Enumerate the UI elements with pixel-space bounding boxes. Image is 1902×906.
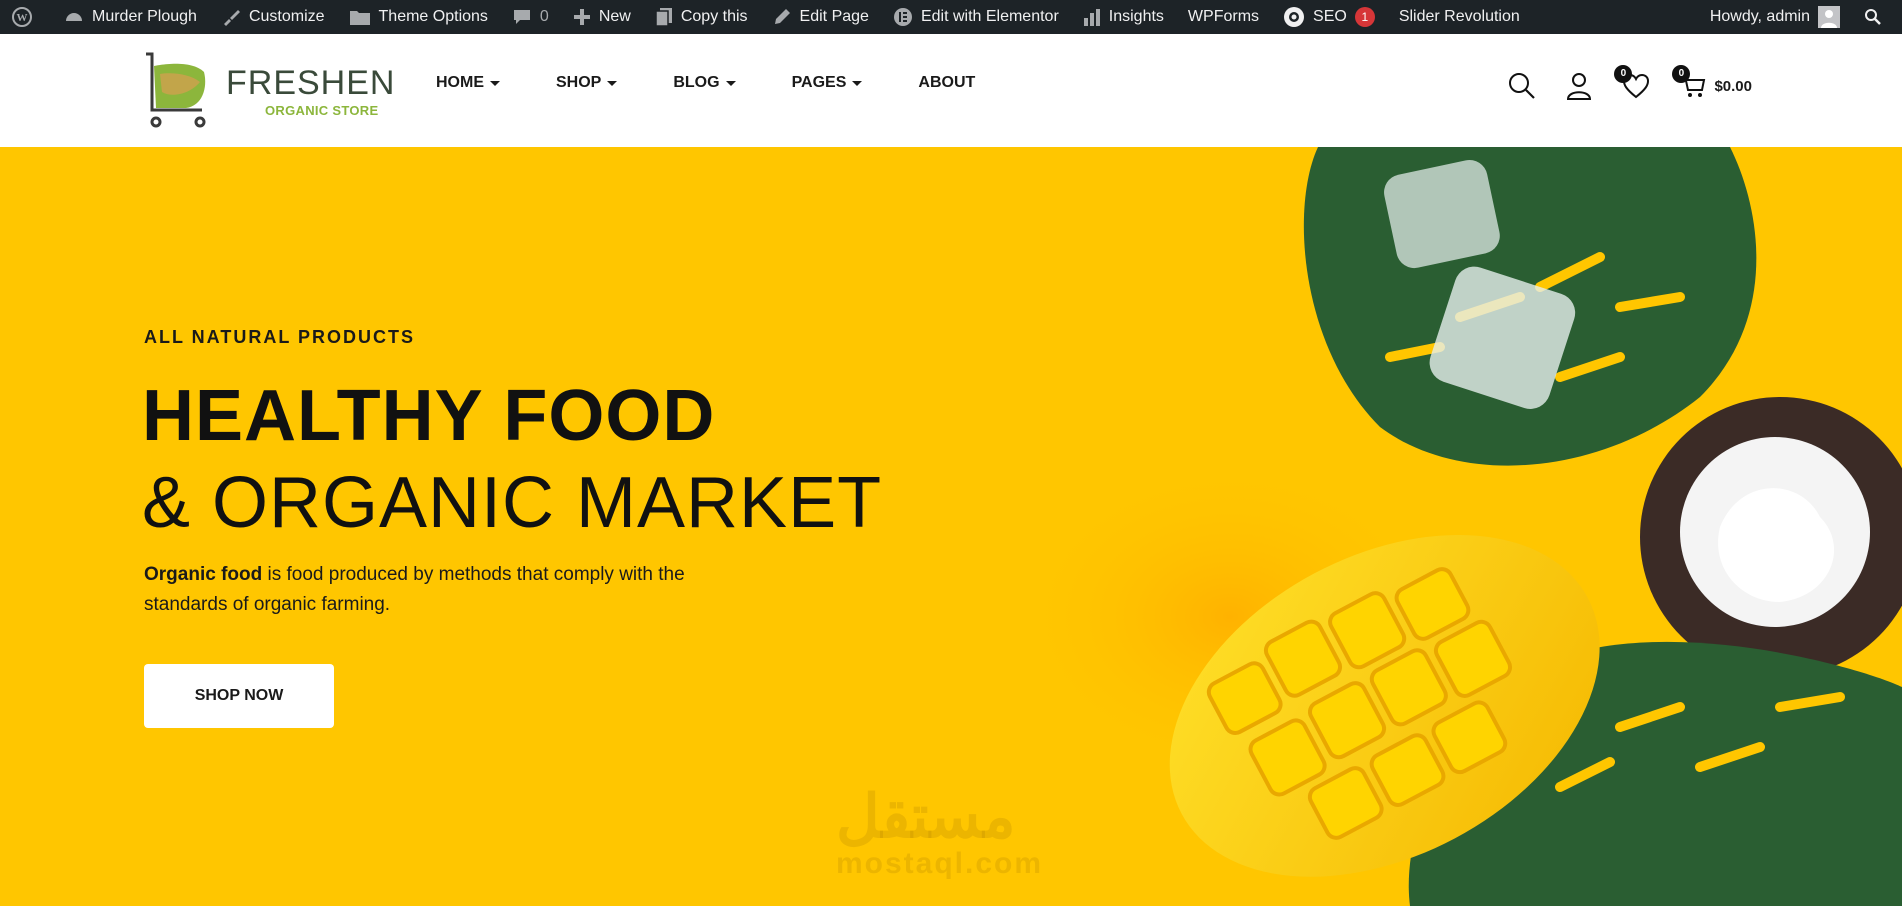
shop-now-button[interactable]: SHOP NOW [144,664,334,728]
nav-item-label: PAGES [791,74,847,91]
copy-this-link[interactable]: Copy this [643,0,760,34]
cart-total: $0.00 [1714,77,1752,95]
elementor-icon [893,8,912,26]
caret-down-icon [607,80,618,86]
new-content-link[interactable]: New [561,0,643,34]
dashboard-icon [66,13,82,21]
search-button[interactable] [1508,72,1536,100]
seo-gear-icon [1284,7,1305,27]
wishlist-button[interactable]: 0 [1614,65,1650,99]
caret-down-icon [490,80,500,86]
admin-search-button[interactable] [1852,0,1902,34]
comments-link[interactable]: 0 [500,0,561,34]
pencil-icon [774,9,790,24]
site-header: FRESHEN ORGANIC STORE HOME SHOP BLOG PAG… [0,34,1902,147]
wpforms-label: WPForms [1187,8,1260,25]
hero-slider: ALL NATURAL PRODUCTS HEALTHY FOOD & ORGA… [0,147,1902,906]
hero-title-line1: HEALTHY FOOD [142,376,716,456]
hero-eyebrow: ALL NATURAL PRODUCTS [144,327,415,347]
nav-item-home[interactable]: HOME [436,74,500,92]
search-icon [1509,73,1536,99]
nav-item-pages[interactable]: PAGES [792,74,863,92]
brand-tagline: ORGANIC STORE [265,103,379,118]
customize-link[interactable]: Customize [209,0,337,34]
watermark-latin: mostaql.com [836,847,1044,880]
howdy-label: Howdy, admin [1709,8,1810,25]
nav-item-blog[interactable]: BLOG [673,74,736,92]
hero-title-line2: & ORGANIC MARKET [142,463,883,543]
theme-options-link[interactable]: Theme Options [337,0,500,34]
new-label: New [598,8,631,25]
theme-options-label: Theme Options [378,8,488,25]
site-name-link[interactable]: Murder Plough [52,0,209,34]
nav-item-shop[interactable]: SHOP [556,74,618,92]
watermark: مستقل mostaql.com [836,787,1043,881]
comments-count: 0 [539,8,549,25]
seo-link[interactable]: SEO 1 [1271,0,1387,34]
site-name-label: Murder Plough [92,8,197,25]
wordpress-icon: W [12,7,32,27]
search-icon [1865,9,1881,25]
wpforms-link[interactable]: WPForms [1176,0,1271,34]
nav-item-label: SHOP [556,74,602,91]
copy-this-label: Copy this [680,8,748,25]
shop-now-label: SHOP NOW [194,687,284,704]
hero-description: Organic food is food produced by methods… [144,560,704,620]
comment-icon [513,10,530,24]
folder-icon [349,11,370,25]
edit-with-elementor-link[interactable]: Edit with Elementor [881,0,1071,34]
insights-link[interactable]: Insights [1071,0,1176,34]
user-icon [1567,73,1592,100]
plus-icon [573,9,590,25]
edit-with-elementor-label: Edit with Elementor [920,8,1059,25]
edit-page-label: Edit Page [799,8,869,25]
wp-admin-bar: W Murder Plough Customize Theme Options … [0,0,1902,34]
nav-item-label: BLOG [673,74,720,91]
wordpress-logo-button[interactable]: W [0,0,52,34]
nav-item-label: HOME [436,74,484,91]
slider-revolution-link[interactable]: Slider Revolution [1387,0,1532,34]
caret-down-icon [725,80,736,86]
avatar [1818,6,1840,28]
customize-label: Customize [248,8,325,25]
insights-label: Insights [1108,8,1164,25]
my-account-menu[interactable]: Howdy, admin [1698,0,1852,34]
brand-name: FRESHEN [226,64,396,102]
watermark-arabic: مستقل [836,783,1016,850]
account-button[interactable] [1566,72,1592,100]
caret-down-icon [852,80,863,86]
cart-button[interactable]: 0 $0.00 [1672,65,1752,99]
seo-label: SEO [1313,8,1347,25]
edit-page-link[interactable]: Edit Page [760,0,881,34]
seo-notification-badge: 1 [1354,7,1375,27]
nav-item-about[interactable]: ABOUT [918,74,975,92]
hero-description-bold: Organic food [144,564,263,585]
paintbrush-icon [223,10,240,26]
bar-chart-icon [1083,9,1100,26]
header-actions: 0 0 $0.00 [1478,65,1752,100]
main-navigation: HOME SHOP BLOG PAGES ABOUT [436,74,1031,92]
copy-icon [655,8,672,27]
slider-revolution-label: Slider Revolution [1398,8,1520,25]
svg-text:W: W [17,12,28,24]
nav-item-label: ABOUT [918,74,976,91]
site-logo[interactable]: FRESHEN ORGANIC STORE [142,52,394,132]
cart-leaf-logo-icon [146,52,206,128]
